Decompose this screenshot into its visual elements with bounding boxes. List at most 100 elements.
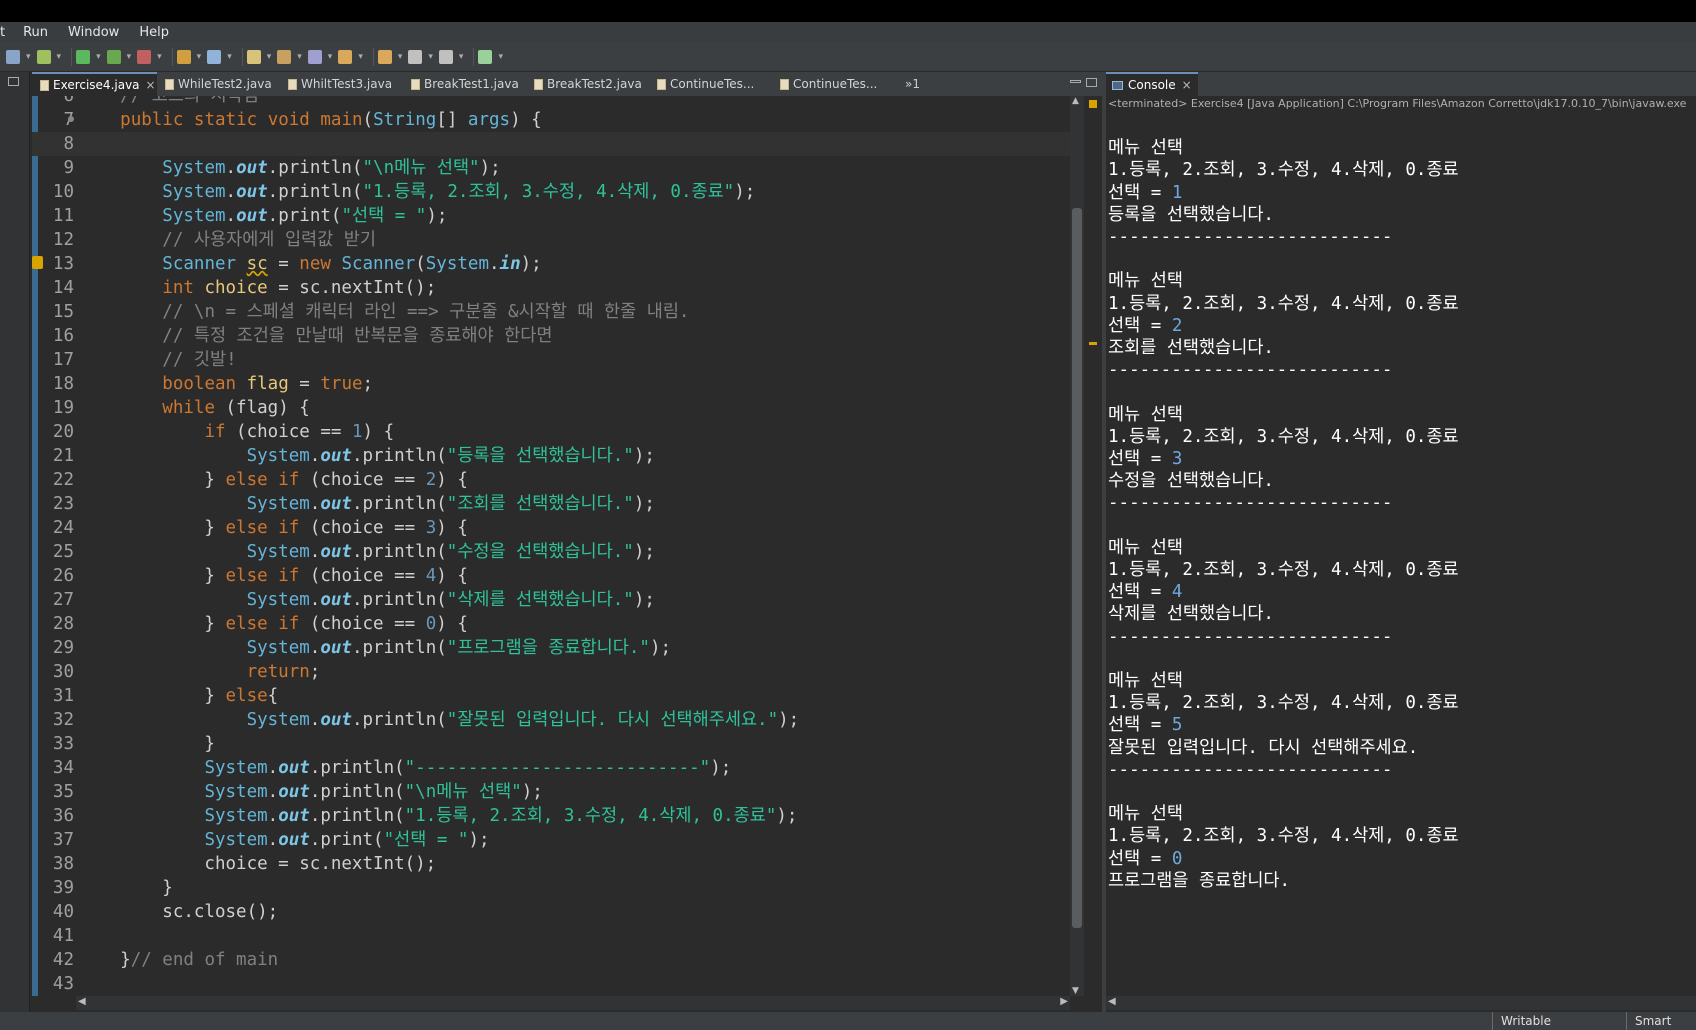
- code-editor[interactable]: 6 // 코드의 시작점7 public static void main(St…: [32, 96, 1070, 996]
- code-line[interactable]: 13 Scanner sc = new Scanner(System.in);: [32, 252, 1070, 276]
- dropdown-arrow-icon[interactable]: ▾: [459, 52, 464, 62]
- code-line[interactable]: 11 System.out.print("선택 = ");: [32, 204, 1070, 228]
- close-icon[interactable]: ×: [146, 78, 156, 92]
- forward-icon[interactable]: [438, 49, 453, 64]
- scrollbar-thumb[interactable]: [1072, 208, 1082, 928]
- code-line[interactable]: 10 System.out.println("1.등록, 2.조회, 3.수정,…: [32, 180, 1070, 204]
- restore-icon[interactable]: [8, 77, 19, 86]
- toolbar-icon[interactable]: [6, 49, 20, 64]
- dropdown-arrow-icon[interactable]: ▾: [428, 52, 433, 62]
- code-line[interactable]: 34 System.out.println("-----------------…: [32, 756, 1070, 780]
- perspective-icon[interactable]: [478, 49, 493, 64]
- insert-mode-status[interactable]: Smart Insert: [1626, 1012, 1696, 1030]
- code-line[interactable]: 17 // 깃발!: [32, 348, 1070, 372]
- code-line[interactable]: 39 }: [32, 876, 1070, 900]
- editor-horizontal-scrollbar[interactable]: ◀ ▶: [76, 996, 1070, 1010]
- editor-vertical-scrollbar[interactable]: ▲ ▼: [1070, 96, 1084, 996]
- dropdown-arrow-icon[interactable]: ▾: [127, 52, 132, 62]
- next-annotation-icon[interactable]: [377, 49, 392, 64]
- code-line[interactable]: 30 return;: [32, 660, 1070, 684]
- code-line[interactable]: 23 System.out.println("조회를 선택했습니다.");: [32, 492, 1070, 516]
- code-line[interactable]: 40 sc.close();: [32, 900, 1070, 924]
- code-line[interactable]: 35 System.out.println("\n메뉴 선택");: [32, 780, 1070, 804]
- close-icon[interactable]: ×: [1182, 78, 1192, 92]
- code-line[interactable]: 31 } else{: [32, 684, 1070, 708]
- editor-tab[interactable]: Exercise4.java ×: [32, 72, 157, 96]
- console-output[interactable]: 메뉴 선택 1.등록, 2.조회, 3.수정, 4.삭제, 0.종료 선택 = 1등…: [1106, 112, 1696, 996]
- dropdown-arrow-icon[interactable]: ▾: [267, 52, 272, 62]
- code-line[interactable]: 24 } else if (choice == 3) {: [32, 516, 1070, 540]
- code-line[interactable]: 37 System.out.print("선택 = ");: [32, 828, 1070, 852]
- code-line[interactable]: 7 public static void main(String[] args)…: [32, 108, 1070, 132]
- search-icon[interactable]: [307, 49, 322, 64]
- code-line[interactable]: 36 System.out.println("1.등록, 2.조회, 3.수정,…: [32, 804, 1070, 828]
- console-horizontal-scrollbar[interactable]: ◀: [1106, 996, 1696, 1010]
- editor-tab[interactable]: BreakTest2.java: [526, 72, 649, 96]
- scroll-left-icon[interactable]: ◀: [78, 996, 86, 1007]
- code-line[interactable]: 42 }// end of main: [32, 948, 1070, 972]
- code-line[interactable]: 43: [32, 972, 1070, 996]
- overview-ruler[interactable]: [1084, 96, 1102, 996]
- menu-item-run[interactable]: Run: [23, 25, 48, 40]
- code-line[interactable]: 27 System.out.println("삭제를 선택했습니다.");: [32, 588, 1070, 612]
- code-line[interactable]: 15 // \n = 스페셜 캐릭터 라인 ==> 구분줄 &시작할 때 한줄 …: [32, 300, 1070, 324]
- code-line[interactable]: 19 while (flag) {: [32, 396, 1070, 420]
- dropdown-arrow-icon[interactable]: ▾: [57, 52, 62, 62]
- code-line[interactable]: 25 System.out.println("수정을 선택했습니다.");: [32, 540, 1070, 564]
- code-line[interactable]: 20 if (choice == 1) {: [32, 420, 1070, 444]
- code-line[interactable]: 6 // 코드의 시작점: [32, 96, 1070, 108]
- back-icon[interactable]: [408, 49, 423, 64]
- dropdown-arrow-icon[interactable]: ▾: [227, 52, 232, 62]
- dropdown-arrow-icon[interactable]: ▾: [358, 52, 363, 62]
- dropdown-arrow-icon[interactable]: ▾: [26, 52, 31, 62]
- code-line[interactable]: 18 boolean flag = true;: [32, 372, 1070, 396]
- scroll-up-icon[interactable]: ▲: [1072, 96, 1079, 106]
- code-line[interactable]: 28 } else if (choice == 0) {: [32, 612, 1070, 636]
- scroll-down-icon[interactable]: ▼: [1072, 986, 1079, 996]
- editor-tab[interactable]: ContinueTes...: [649, 72, 772, 96]
- dropdown-arrow-icon[interactable]: ▾: [96, 52, 101, 62]
- warning-marker-icon[interactable]: [1089, 100, 1097, 108]
- editor-tab[interactable]: WhileTest2.java: [157, 72, 280, 96]
- code-line[interactable]: 32 System.out.println("잘못된 입력입니다. 다시 선택해…: [32, 708, 1070, 732]
- new-java-project-icon[interactable]: [176, 49, 191, 64]
- dropdown-arrow-icon[interactable]: ▾: [157, 52, 162, 62]
- editor-tab[interactable]: ContinueTes...: [772, 72, 895, 96]
- scroll-left-icon[interactable]: ◀: [1108, 996, 1116, 1007]
- code-line[interactable]: 9 System.out.println("\n메뉴 선택");: [32, 156, 1070, 180]
- dropdown-arrow-icon[interactable]: ▾: [498, 52, 503, 62]
- code-line[interactable]: 22 } else if (choice == 2) {: [32, 468, 1070, 492]
- code-line[interactable]: 41: [32, 924, 1070, 948]
- code-line[interactable]: 14 int choice = sc.nextInt();: [32, 276, 1070, 300]
- dropdown-arrow-icon[interactable]: ▾: [398, 52, 403, 62]
- code-line[interactable]: 21 System.out.println("등록을 선택했습니다.");: [32, 444, 1070, 468]
- new-class-icon[interactable]: [246, 49, 261, 64]
- external-tools-icon[interactable]: [137, 49, 152, 64]
- coverage-icon[interactable]: [106, 49, 121, 64]
- scroll-right-icon[interactable]: ▶: [1060, 996, 1068, 1007]
- code-line[interactable]: 12 // 사용자에게 입력값 받기: [32, 228, 1070, 252]
- code-line[interactable]: 29 System.out.println("프로그램을 종료합니다.");: [32, 636, 1070, 660]
- fold-toggle-icon[interactable]: [68, 116, 74, 122]
- prev-annotation-icon[interactable]: [338, 49, 353, 64]
- menu-item-window[interactable]: Window: [68, 25, 119, 40]
- minimize-icon[interactable]: [1070, 80, 1081, 83]
- run-icon[interactable]: [76, 49, 91, 64]
- code-line[interactable]: 8: [32, 132, 1070, 156]
- code-line[interactable]: 38 choice = sc.nextInt();: [32, 852, 1070, 876]
- menu-item-help[interactable]: Help: [139, 25, 169, 40]
- dropdown-arrow-icon[interactable]: ▾: [328, 52, 333, 62]
- dropdown-arrow-icon[interactable]: ▾: [297, 52, 302, 62]
- open-type-icon[interactable]: [277, 49, 292, 64]
- code-line[interactable]: 16 // 특정 조건을 만날때 반복문을 종료해야 한다면: [32, 324, 1070, 348]
- tab-overflow-button[interactable]: »1: [905, 77, 920, 91]
- editor-tab[interactable]: BreakTest1.java: [403, 72, 526, 96]
- warning-overview-marker[interactable]: [1089, 342, 1097, 345]
- code-line[interactable]: 33 }: [32, 732, 1070, 756]
- new-package-icon[interactable]: [207, 49, 222, 64]
- dropdown-arrow-icon[interactable]: ▾: [197, 52, 202, 62]
- debug-icon[interactable]: [36, 49, 51, 64]
- menu-item-edit-partial[interactable]: t: [0, 25, 5, 40]
- editor-tab[interactable]: WhiltTest3.java: [280, 72, 403, 96]
- tab-console[interactable]: Console ×: [1106, 72, 1198, 96]
